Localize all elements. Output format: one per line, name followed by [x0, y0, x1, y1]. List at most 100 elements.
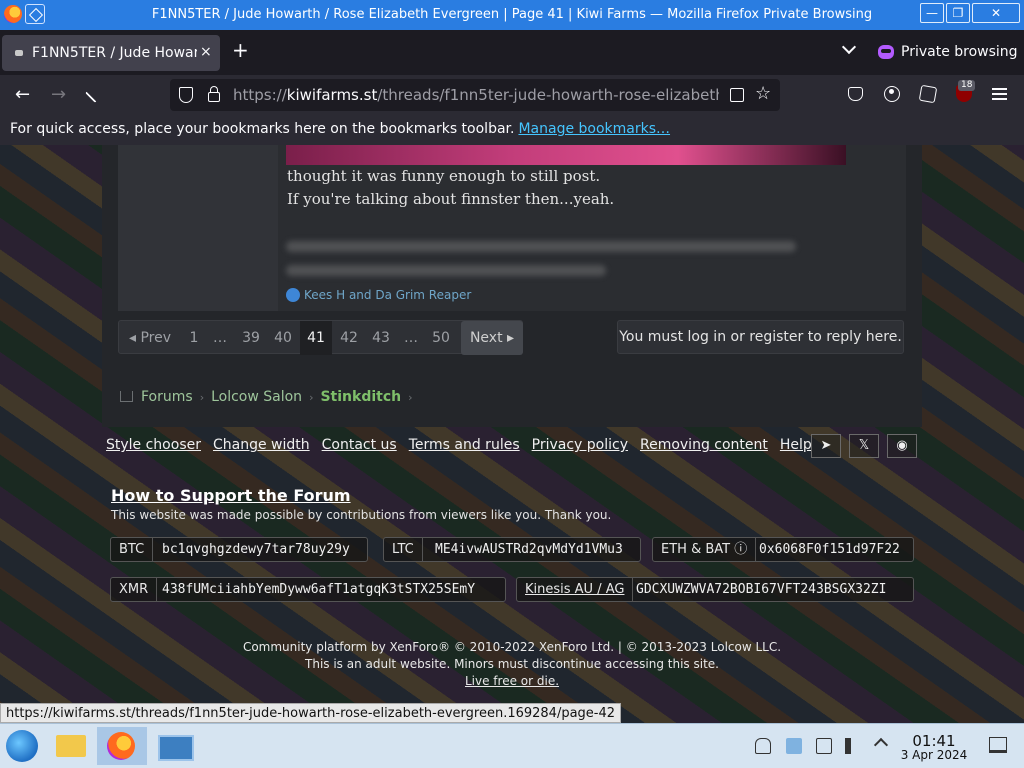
page-gap[interactable]: … — [398, 321, 424, 355]
crypto-xmr[interactable]: XMR 438fUMciiahbYemDyww6afT1atgqK3tSTX25… — [110, 577, 506, 602]
crypto-address[interactable]: ME4ivwAUSTRd2qvMdYd1VMu3 — [435, 538, 623, 561]
prev-page-button[interactable]: ◂ Prev — [119, 321, 181, 355]
blurred-signature — [286, 241, 796, 252]
window-title-bar: F1NN5TER / Jude Howarth / Rose Elizabeth… — [0, 0, 1024, 30]
url-text[interactable]: https://kiwifarms.st/threads/f1nn5ter-ju… — [233, 86, 719, 104]
adult-notice: This is an adult website. Minors must di… — [305, 657, 719, 671]
page-link[interactable]: 1 — [183, 321, 205, 355]
post-user-column — [118, 145, 278, 311]
start-button[interactable] — [6, 730, 38, 762]
notification-bell-icon[interactable] — [755, 738, 771, 754]
page-link[interactable]: 39 — [235, 321, 267, 355]
page-content: thought it was funny enough to still pos… — [0, 145, 1024, 723]
tab-title: F1NN5TER / Jude Howarth / Rose Elizabeth… — [32, 45, 197, 61]
removing-content-link[interactable]: Removing content — [640, 437, 768, 453]
breadcrumb-lolcow-salon[interactable]: Lolcow Salon — [211, 389, 302, 405]
removable-device-icon[interactable] — [786, 738, 802, 754]
crypto-eth-bat[interactable]: ETH & BAT ⓘ 0x6068F0f151d97F22 — [652, 537, 914, 562]
maximize-button[interactable]: ❐ — [946, 3, 970, 23]
crypto-label: XMR — [111, 578, 158, 601]
reactions-bar[interactable]: Kees H and Da Grim Reaper — [286, 288, 471, 302]
privacy-policy-link[interactable]: Privacy policy — [532, 437, 628, 453]
show-desktop-icon[interactable] — [989, 737, 1007, 753]
reactions-users[interactable]: Kees H and Da Grim Reaper — [304, 288, 471, 302]
manage-bookmarks-link[interactable]: Manage bookmarks… — [518, 121, 670, 137]
app-menu-icon[interactable] — [992, 88, 1007, 100]
lock-icon[interactable] — [208, 86, 220, 102]
tray-expand-icon[interactable] — [873, 737, 889, 753]
extensions-icon[interactable] — [918, 84, 938, 104]
tab-close-icon[interactable]: × — [200, 44, 212, 60]
close-window-button[interactable]: ✕ — [972, 3, 1020, 23]
page-link[interactable]: 43 — [365, 321, 397, 355]
url-bar[interactable]: https://kiwifarms.st/threads/f1nn5ter-ju… — [170, 79, 780, 111]
tab-active[interactable]: F1NN5TER / Jude Howarth / Rose Elizabeth… — [2, 35, 220, 71]
back-button[interactable]: ← — [15, 85, 30, 105]
clock-date[interactable]: 3 Apr 2024 — [900, 748, 968, 762]
contact-us-link[interactable]: Contact us — [322, 437, 397, 453]
bookmark-star-icon[interactable]: ☆ — [755, 83, 771, 104]
crypto-label[interactable]: Kinesis AU / AG — [517, 578, 634, 601]
page-link[interactable]: 40 — [267, 321, 299, 355]
telegram-icon[interactable]: ➤ — [811, 434, 841, 458]
forward-button[interactable]: → — [51, 85, 66, 105]
support-title[interactable]: How to Support the Forum — [111, 486, 351, 505]
like-icon — [286, 288, 300, 302]
next-page-button[interactable]: Next ▸ — [461, 321, 523, 355]
loading-indicator-icon[interactable] — [85, 83, 105, 103]
reader-view-icon[interactable] — [730, 88, 744, 102]
rss-icon[interactable]: ◉ — [887, 434, 917, 458]
crypto-label: BTC — [111, 538, 154, 561]
crypto-address[interactable]: 438fUMciiahbYemDyww6afT1atgqK3tSTX25SEmY — [162, 578, 475, 601]
pagination: ◂ Prev 1 … 39 40 41 42 43 … 50 Next ▸ — [118, 320, 523, 355]
pocket-icon[interactable] — [848, 87, 863, 101]
crypto-address[interactable]: 0x6068F0f151d97F22 — [759, 538, 900, 561]
tab-bar: F1NN5TER / Jude Howarth / Rose Elizabeth… — [0, 30, 1024, 75]
login-to-reply-notice[interactable]: You must log in or register to reply her… — [617, 320, 904, 354]
file-explorer-icon[interactable] — [50, 727, 94, 765]
home-icon[interactable] — [120, 391, 133, 402]
account-icon[interactable] — [884, 86, 900, 102]
minimize-button[interactable]: — — [920, 3, 944, 23]
post-text-line: thought it was funny enough to still pos… — [287, 167, 601, 185]
crypto-label: ETH & BAT ⓘ — [653, 538, 757, 561]
new-tab-button[interactable]: + — [232, 40, 249, 60]
network-app-icon[interactable] — [152, 727, 196, 765]
crypto-label: LTC — [384, 538, 423, 561]
private-browsing-label: Private browsing — [901, 44, 1018, 60]
page-gap[interactable]: … — [207, 321, 233, 355]
breadcrumb-forums[interactable]: Forums — [141, 389, 193, 405]
taskbar: 01:41 3 Apr 2024 — [0, 723, 1024, 768]
post-image[interactable] — [286, 145, 846, 165]
page-link[interactable]: 42 — [333, 321, 365, 355]
copyright-line: Community platform by XenForo® © 2010-20… — [242, 640, 782, 654]
live-free-link[interactable]: Live free or die. — [0, 673, 1024, 690]
x-icon[interactable]: 𝕏 — [849, 434, 879, 458]
help-link[interactable]: Help — [780, 437, 812, 453]
page-link[interactable]: 50 — [426, 321, 456, 355]
crypto-address[interactable]: bc1qvghgzdewy7tar78uy29y — [162, 538, 350, 561]
page-link-current[interactable]: 41 — [300, 321, 332, 355]
volume-muted-icon[interactable] — [845, 738, 861, 754]
support-text: This website was made possible by contri… — [111, 508, 612, 522]
footer-links: Style chooser Change width Contact us Terms… — [106, 437, 824, 453]
navigation-toolbar: ← → https://kiwifarms.st/threads/f1nn5te… — [0, 75, 1024, 115]
breadcrumb: Forums › Lolcow Salon › Stinkditch › — [120, 389, 420, 405]
crypto-btc[interactable]: BTC bc1qvghgzdewy7tar78uy29y — [110, 537, 368, 562]
change-width-link[interactable]: Change width — [213, 437, 310, 453]
crypto-ltc[interactable]: LTC ME4ivwAUSTRd2qvMdYd1VMu3 — [383, 537, 641, 562]
kiwifarms-favicon-icon — [15, 50, 23, 56]
blurred-signature — [286, 265, 606, 276]
bookmarks-hint: For quick access, place your bookmarks h… — [10, 121, 671, 137]
list-all-tabs-icon[interactable] — [843, 42, 855, 54]
style-chooser-link[interactable]: Style chooser — [106, 437, 201, 453]
private-browsing-icon — [878, 45, 894, 59]
tracking-protection-shield-icon[interactable] — [179, 87, 193, 103]
link-status-bar: https://kiwifarms.st/threads/f1nn5ter-ju… — [0, 703, 622, 723]
terms-link[interactable]: Terms and rules — [409, 437, 520, 453]
clipboard-icon[interactable] — [816, 738, 832, 754]
crypto-kinesis[interactable]: Kinesis AU / AG GDCXUWZWVA72BOBI67VFT243… — [516, 577, 914, 602]
crypto-address[interactable]: GDCXUWZWVA72BOBI67VFT243BSGX32ZI — [636, 578, 886, 601]
breadcrumb-stinkditch[interactable]: Stinkditch — [320, 389, 401, 405]
firefox-taskbar-icon[interactable] — [97, 727, 147, 765]
